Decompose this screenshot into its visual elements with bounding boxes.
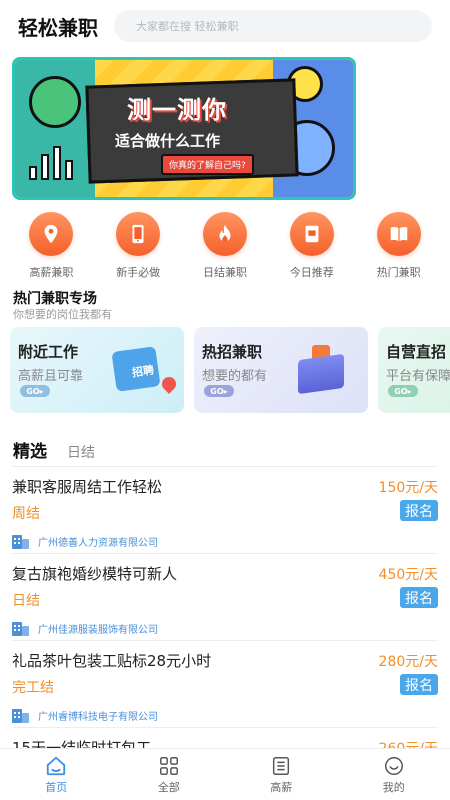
category-grid: 高薪兼职 新手必做 日结兼职 今日推荐 热门兼职 bbox=[0, 212, 450, 280]
search-input[interactable]: 大家都在搜 轻松兼职 bbox=[114, 10, 432, 42]
flame-icon bbox=[202, 212, 247, 256]
job-list: 兼职客服周结工作轻松 150元/天 周结 报名 广州德善人力资源有限公司 复古旗… bbox=[0, 466, 450, 748]
category-label: 热门兼职 bbox=[376, 266, 421, 279]
banner-artwork: 测一测你 适合做什么工作 你真的了解自己吗? bbox=[15, 60, 353, 197]
company-name: 广州睿博科技电子有限公司 bbox=[38, 711, 158, 723]
book-icon bbox=[376, 212, 421, 256]
promo-card-direct[interactable]: 自营直招 平台有保障 GO▸ bbox=[378, 327, 450, 413]
go-button[interactable]: GO▸ bbox=[204, 385, 234, 397]
building-icon bbox=[12, 622, 29, 636]
go-button[interactable]: GO▸ bbox=[388, 385, 418, 397]
document-icon bbox=[273, 756, 290, 775]
banner-tag: 你真的了解自己吗? bbox=[161, 154, 254, 175]
cartoon-blob-icon bbox=[29, 76, 81, 128]
apply-button[interactable]: 报名 bbox=[400, 674, 438, 695]
job-item[interactable]: 兼职客服周结工作轻松 150元/天 周结 报名 广州德善人力资源有限公司 bbox=[12, 466, 438, 553]
promo-card-subtitle: 平台有保障 bbox=[386, 369, 450, 384]
promo-card-title: 附近工作 bbox=[18, 343, 79, 361]
grid-icon bbox=[159, 756, 178, 775]
apply-button[interactable]: 报名 bbox=[400, 587, 438, 608]
job-item[interactable]: 复古旗袍婚纱模特可新人 450元/天 日结 报名 广州佳源服装服饰有限公司 bbox=[12, 553, 438, 640]
recruit-badge: 招聘 bbox=[131, 363, 155, 380]
company-name: 广州佳源服装服饰有限公司 bbox=[38, 624, 158, 636]
smile-icon bbox=[384, 756, 403, 775]
job-settlement: 日结 bbox=[12, 593, 40, 609]
promo-card-nearby[interactable]: 附近工作 高薪且可靠 GO▸ 招聘 bbox=[10, 327, 184, 413]
bottom-nav: 首页 全部 高薪 我的 bbox=[0, 748, 450, 800]
promo-card-title: 自营直招 bbox=[386, 343, 447, 361]
job-item[interactable]: 礼品茶叶包装工贴标28元小时 280元/天 完工结 报名 广州睿博科技电子有限公… bbox=[12, 640, 438, 727]
tab-daily[interactable]: 日结 bbox=[67, 442, 95, 462]
job-salary: 260元/天 bbox=[379, 738, 438, 748]
category-high-pay[interactable]: 高薪兼职 bbox=[11, 212, 91, 280]
nav-high-pay[interactable]: 高薪 bbox=[225, 749, 338, 800]
job-settlement: 周结 bbox=[12, 506, 40, 522]
nav-label: 首页 bbox=[45, 780, 68, 794]
job-title: 礼品茶叶包装工贴标28元小时 bbox=[12, 652, 212, 670]
promo-card-hot[interactable]: 热招兼职 想要的都有 GO▸ bbox=[194, 327, 368, 413]
promo-card-carousel[interactable]: 附近工作 高薪且可靠 GO▸ 招聘 热招兼职 想要的都有 GO▸ 自营直招 平台… bbox=[10, 327, 450, 415]
job-title: 15天一结临时打包工 bbox=[12, 739, 152, 748]
category-beginner[interactable]: 新手必做 bbox=[98, 212, 178, 280]
phone-icon bbox=[116, 212, 161, 256]
building-icon bbox=[12, 535, 29, 549]
job-item[interactable]: 15天一结临时打包工 260元/天 bbox=[12, 727, 438, 748]
go-button[interactable]: GO▸ bbox=[20, 385, 50, 397]
section-title: 热门兼职专场 bbox=[13, 291, 97, 307]
building-icon bbox=[12, 709, 29, 723]
category-hot-jobs[interactable]: 热门兼职 bbox=[359, 212, 439, 280]
company-info: 广州佳源服装服饰有限公司 bbox=[12, 620, 158, 636]
job-tabs: 精选 日结 bbox=[13, 437, 95, 462]
app-header: 轻松兼职 大家都在搜 轻松兼职 bbox=[0, 0, 450, 52]
job-salary: 150元/天 bbox=[378, 480, 438, 496]
company-info: 广州德善人力资源有限公司 bbox=[12, 533, 158, 549]
search-placeholder: 大家都在搜 轻松兼职 bbox=[136, 20, 239, 33]
nav-home[interactable]: 首页 bbox=[0, 749, 113, 800]
job-title: 兼职客服周结工作轻松 bbox=[12, 478, 163, 496]
company-info: 广州睿博科技电子有限公司 bbox=[12, 707, 158, 723]
tab-featured[interactable]: 精选 bbox=[13, 437, 47, 462]
nav-all[interactable]: 全部 bbox=[113, 749, 226, 800]
category-today-picks[interactable]: 今日推荐 bbox=[272, 212, 352, 280]
nav-label: 我的 bbox=[382, 780, 405, 794]
job-title: 复古旗袍婚纱模特可新人 bbox=[12, 565, 178, 583]
job-settlement: 完工结 bbox=[12, 680, 54, 696]
apply-button[interactable]: 报名 bbox=[400, 500, 438, 521]
nav-label: 全部 bbox=[157, 780, 180, 794]
category-label: 新手必做 bbox=[116, 266, 161, 279]
banner-subtitle: 适合做什么工作 bbox=[115, 132, 221, 150]
home-icon bbox=[47, 756, 66, 775]
section-subtitle: 你想要的岗位我都有 bbox=[13, 308, 112, 321]
category-label: 今日推荐 bbox=[289, 266, 334, 279]
location-pin-icon bbox=[29, 212, 74, 256]
treasure-box-icon bbox=[298, 353, 344, 395]
category-label: 日结兼职 bbox=[202, 266, 247, 279]
bar-chart-icon bbox=[29, 140, 79, 180]
job-salary: 280元/天 bbox=[378, 654, 438, 670]
job-salary: 450元/天 bbox=[378, 567, 438, 583]
category-label: 高薪兼职 bbox=[29, 266, 74, 279]
company-name: 广州德善人力资源有限公司 bbox=[38, 537, 158, 549]
nav-profile[interactable]: 我的 bbox=[338, 749, 450, 800]
promo-banner[interactable]: 测一测你 适合做什么工作 你真的了解自己吗? bbox=[12, 57, 356, 200]
card-icon bbox=[289, 212, 334, 256]
nav-label: 高薪 bbox=[270, 780, 293, 794]
app-title: 轻松兼职 bbox=[18, 15, 98, 40]
category-daily-pay[interactable]: 日结兼职 bbox=[185, 212, 265, 280]
banner-title: 测一测你 bbox=[127, 96, 227, 124]
